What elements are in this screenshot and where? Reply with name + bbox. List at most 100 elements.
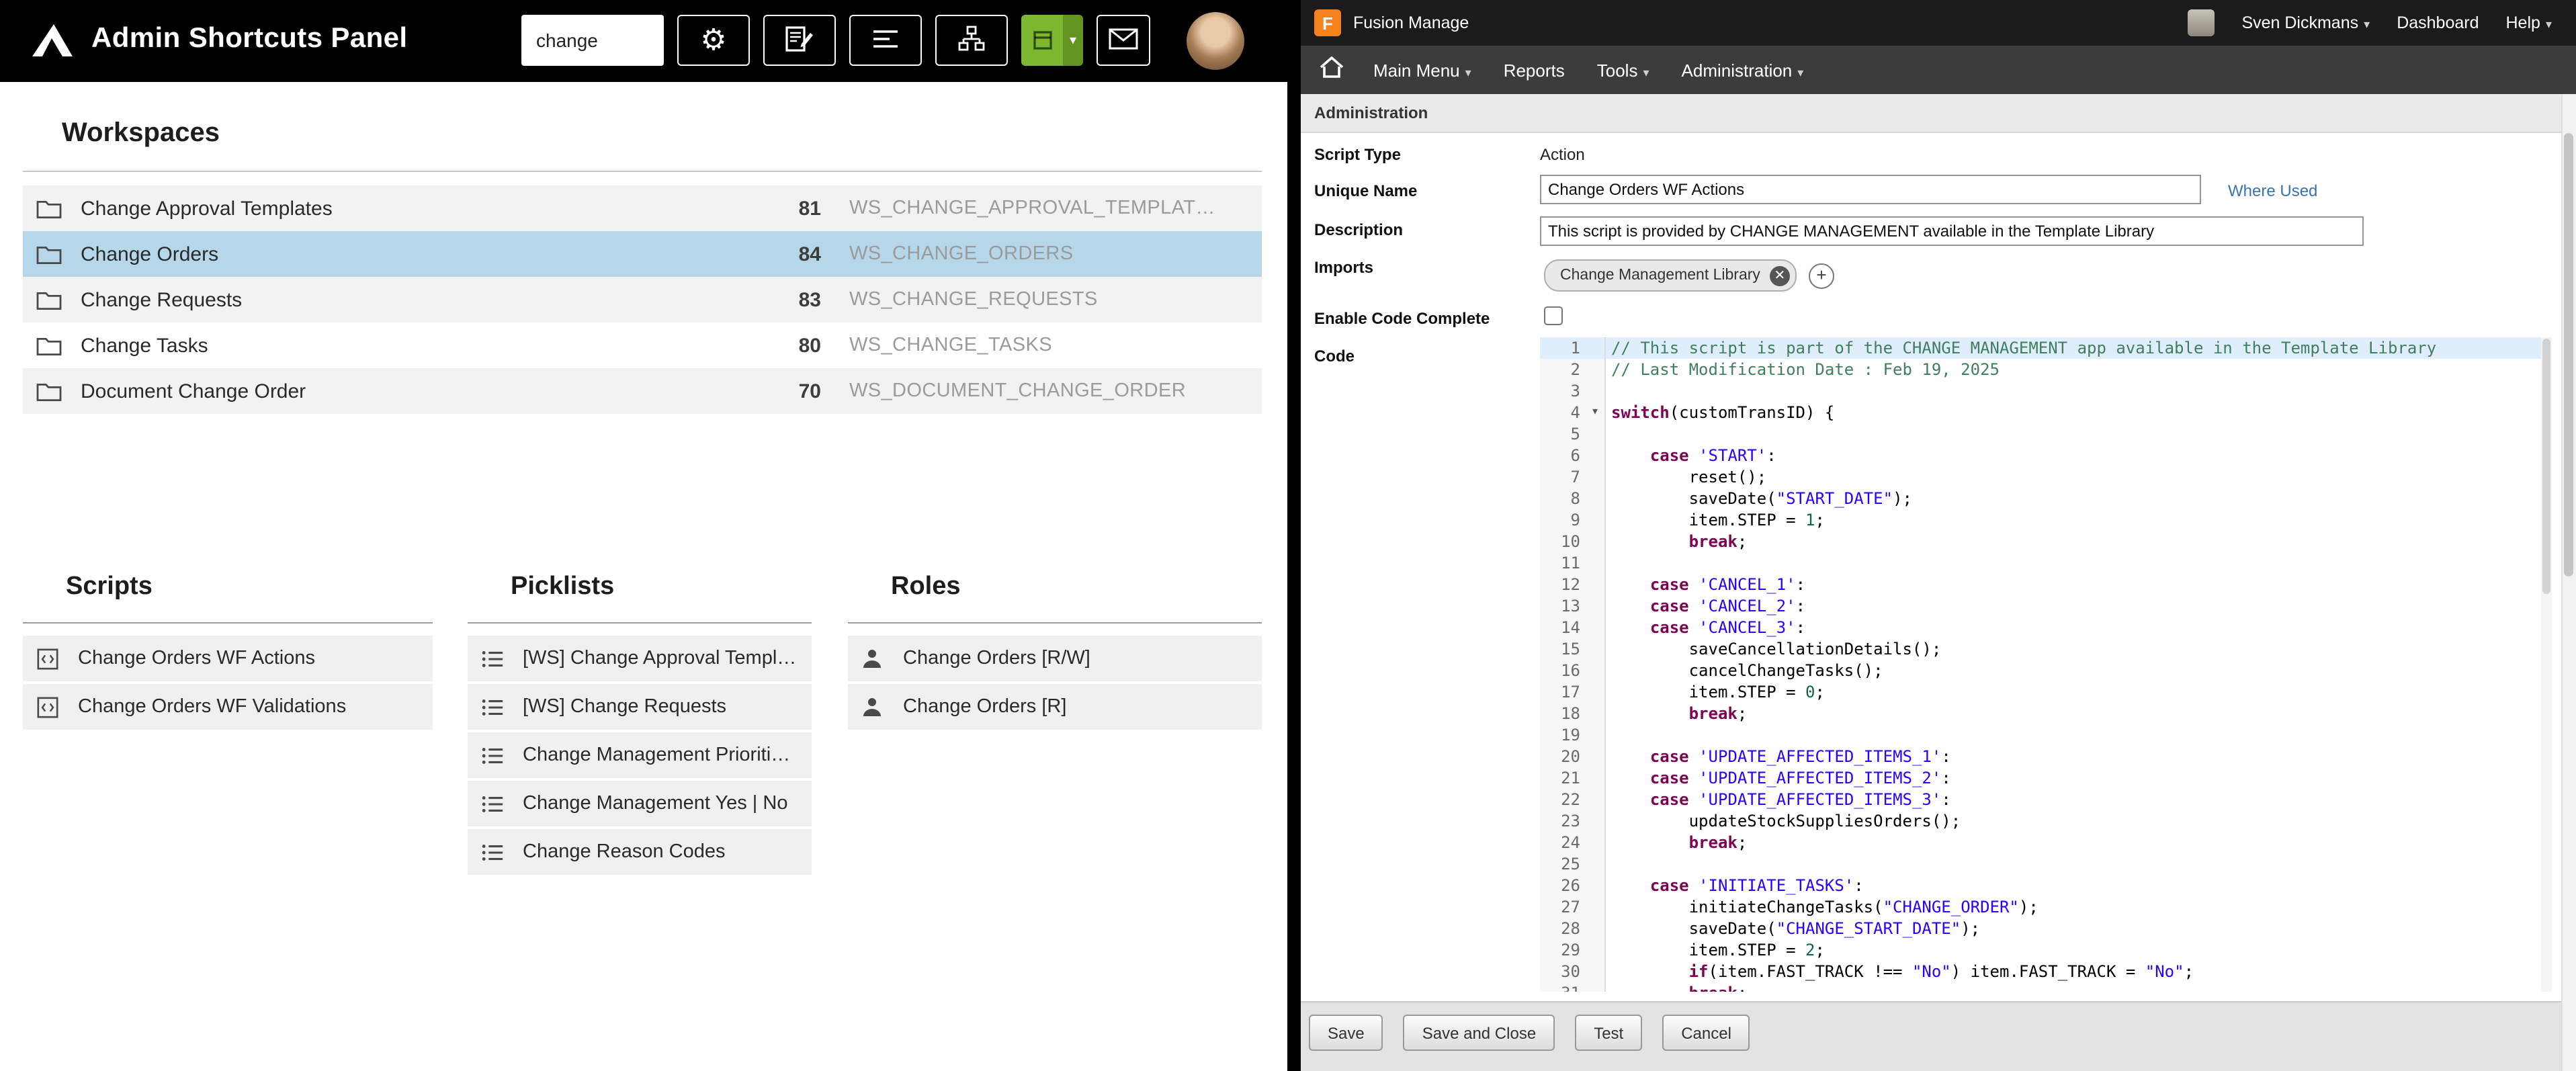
line-number: 19 — [1540, 724, 1586, 746]
shortcut-item[interactable]: Change Orders WF Validations — [23, 684, 433, 730]
shortcut-item[interactable]: Change Management Prioriti… — [468, 732, 812, 778]
user-avatar-small[interactable] — [2188, 9, 2215, 36]
workspace-count: 80 — [695, 334, 821, 357]
code-line[interactable]: 4▾switch(customTransID) { — [1540, 402, 2552, 423]
code-line[interactable]: 15 saveCancellationDetails(); — [1540, 638, 2552, 660]
nav-administration[interactable]: Administration▾ — [1666, 60, 1820, 80]
code-line[interactable]: 1// This script is part of the CHANGE MA… — [1540, 337, 2552, 359]
code-line[interactable]: 10 break; — [1540, 531, 2552, 552]
code-line[interactable]: 8 saveDate("START_DATE"); — [1540, 488, 2552, 509]
line-number: 16 — [1540, 660, 1586, 681]
search-input[interactable] — [521, 15, 664, 66]
mail-button[interactable] — [1097, 15, 1150, 66]
user-menu[interactable]: Sven Dickmans▾ — [2241, 13, 2370, 32]
edit-script-button[interactable] — [763, 15, 836, 66]
code-line[interactable]: 28 saveDate("CHANGE_START_DATE"); — [1540, 918, 2552, 939]
code-line[interactable]: 22 case 'UPDATE_AFFECTED_ITEMS_3': — [1540, 789, 2552, 810]
nav-tools[interactable]: Tools▾ — [1581, 60, 1666, 80]
fold-marker — [1586, 746, 1606, 767]
workspace-row[interactable]: Document Change Order70WS_DOCUMENT_CHANG… — [23, 368, 1262, 414]
code-line[interactable]: 23 updateStockSuppliesOrders(); — [1540, 810, 2552, 832]
line-number: 7 — [1540, 466, 1586, 488]
fold-marker — [1586, 359, 1606, 380]
folder-icon — [36, 243, 63, 265]
mail-icon — [1109, 28, 1138, 53]
home-button[interactable] — [1306, 56, 1357, 84]
code-line[interactable]: 21 case 'UPDATE_AFFECTED_ITEMS_2': — [1540, 767, 2552, 789]
code-line[interactable]: 9 item.STEP = 1; — [1540, 509, 2552, 531]
create-split-button[interactable]: ▾ — [1021, 15, 1083, 66]
fold-marker — [1586, 939, 1606, 961]
code-line[interactable]: 25 — [1540, 853, 2552, 875]
fold-marker — [1586, 810, 1606, 832]
picklist-icon — [481, 695, 507, 719]
code-line[interactable]: 13 case 'CANCEL_2': — [1540, 595, 2552, 617]
code-line[interactable]: 17 item.STEP = 0; — [1540, 681, 2552, 703]
workspace-row[interactable]: Change Tasks80WS_CHANGE_TASKS — [23, 323, 1262, 368]
code-line[interactable]: 27 initiateChangeTasks("CHANGE_ORDER"); — [1540, 896, 2552, 918]
vertical-scrollbar[interactable] — [2561, 94, 2576, 1071]
code-line[interactable]: 16 cancelChangeTasks(); — [1540, 660, 2552, 681]
role-icon — [861, 695, 887, 719]
line-number: 15 — [1540, 638, 1586, 660]
code-line[interactable]: 20 case 'UPDATE_AFFECTED_ITEMS_1': — [1540, 746, 2552, 767]
shortcut-item[interactable]: Change Orders WF Actions — [23, 636, 433, 681]
nav-reports[interactable]: Reports — [1488, 60, 1581, 80]
shortcut-item[interactable]: Change Management Yes | No — [468, 781, 812, 826]
add-import-button[interactable]: + — [1809, 263, 1834, 288]
code-line[interactable]: 2// Last Modification Date : Feb 19, 202… — [1540, 359, 2552, 380]
nav-main-menu[interactable]: Main Menu▾ — [1357, 60, 1488, 80]
help-menu[interactable]: Help▾ — [2506, 13, 2552, 32]
where-used-link[interactable]: Where Used — [2228, 181, 2317, 200]
code-line[interactable]: 7 reset(); — [1540, 466, 2552, 488]
line-number: 22 — [1540, 789, 1586, 810]
code-line[interactable]: 3 — [1540, 380, 2552, 402]
code-line[interactable]: 18 break; — [1540, 703, 2552, 724]
code-line[interactable]: 19 — [1540, 724, 2552, 746]
code-line[interactable]: 29 item.STEP = 2; — [1540, 939, 2552, 961]
code-line[interactable]: 31 break; — [1540, 982, 2552, 992]
remove-import-button[interactable]: ✕ — [1770, 265, 1790, 286]
code-line[interactable]: 30 if(item.FAST_TRACK !== "No") item.FAS… — [1540, 961, 2552, 982]
code-line[interactable]: 6 case 'START': — [1540, 445, 2552, 466]
enable-code-complete-checkbox[interactable] — [1544, 306, 1563, 325]
autodesk-logo-icon — [30, 22, 75, 59]
shortcut-item[interactable]: Change Orders [R] — [848, 684, 1262, 730]
import-chip[interactable]: Change Management Library ✕ — [1544, 259, 1797, 292]
save-and-close-button[interactable]: Save and Close — [1404, 1015, 1555, 1051]
list-button[interactable] — [849, 15, 922, 66]
code-editor[interactable]: 1// This script is part of the CHANGE MA… — [1540, 337, 2552, 992]
workflow-button[interactable] — [935, 15, 1008, 66]
fold-marker[interactable]: ▾ — [1586, 402, 1606, 423]
script-icon — [36, 695, 62, 719]
cancel-button[interactable]: Cancel — [1662, 1015, 1750, 1051]
dashboard-link[interactable]: Dashboard — [2397, 13, 2479, 32]
unique-name-input[interactable] — [1540, 175, 2201, 204]
workspace-row[interactable]: Change Orders84WS_CHANGE_ORDERS — [23, 231, 1262, 277]
workspace-row[interactable]: Change Approval Templates81WS_CHANGE_APP… — [23, 185, 1262, 231]
desktop: Admin Shortcuts Panel ⚙ ▾ — [0, 0, 2576, 1071]
code-line[interactable]: 26 case 'INITIATE_TASKS': — [1540, 875, 2552, 896]
code-line[interactable]: 14 case 'CANCEL_3': — [1540, 617, 2552, 638]
code-line[interactable]: 12 case 'CANCEL_1': — [1540, 574, 2552, 595]
save-button[interactable]: Save — [1309, 1015, 1383, 1051]
editor-scrollbar[interactable] — [2541, 337, 2552, 992]
shortcut-item[interactable]: Change Reason Codes — [468, 829, 812, 875]
shortcut-item[interactable]: [WS] Change Requests — [468, 684, 812, 730]
shortcut-item[interactable]: Change Orders [R/W] — [848, 636, 1262, 681]
shortcut-item[interactable]: [WS] Change Approval Templ… — [468, 636, 812, 681]
code-text: break; — [1606, 531, 1747, 552]
editor-scrollbar-thumb[interactable] — [2542, 339, 2550, 594]
line-number: 31 — [1540, 982, 1586, 992]
test-button[interactable]: Test — [1575, 1015, 1642, 1051]
code-text: // Last Modification Date : Feb 19, 2025 — [1606, 359, 2000, 380]
code-line[interactable]: 11 — [1540, 552, 2552, 574]
code-line[interactable]: 5 — [1540, 423, 2552, 445]
section-picklists: Picklists[WS] Change Approval Templ…[WS]… — [468, 571, 812, 877]
code-line[interactable]: 24 break; — [1540, 832, 2552, 853]
scrollbar-thumb[interactable] — [2564, 133, 2573, 576]
user-avatar[interactable] — [1187, 12, 1244, 70]
workspace-row[interactable]: Change Requests83WS_CHANGE_REQUESTS — [23, 277, 1262, 323]
settings-button[interactable]: ⚙ — [677, 15, 750, 66]
description-input[interactable] — [1540, 216, 2364, 246]
